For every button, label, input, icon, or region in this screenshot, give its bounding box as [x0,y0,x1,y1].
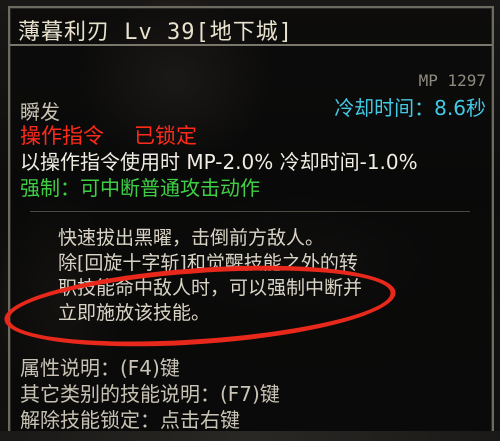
operation-label: 操作指令 [20,124,104,148]
description-paragraph: 快速拔出黑曜，击倒前方敌人。 [58,227,325,249]
skill-title: 薄暮利刃 Lv 39[地下城] [18,20,293,45]
attribute-help: 属性说明：(F4)键 [20,356,180,380]
locked-label: 已锁定 [134,124,197,148]
other-skills-help: 其它类别的技能说明：(F7)键 [20,382,280,406]
force-cancel-text: 强制：可中断普通攻击动作 [20,176,260,200]
mp-cost: MP 1297 [418,71,486,90]
bottom-ui-strip [0,431,500,441]
section-divider [30,211,470,212]
tooltip-title-bar: 薄暮利刃 Lv 39[地下城] [10,8,492,46]
unlock-skill-help: 解除技能锁定：点击右键 [20,408,240,432]
cooldown-time: 冷却时间：8.6秒 [334,96,486,120]
operation-effect: 以操作指令使用时 MP-2.0% 冷却时间-1.0% [20,150,418,174]
